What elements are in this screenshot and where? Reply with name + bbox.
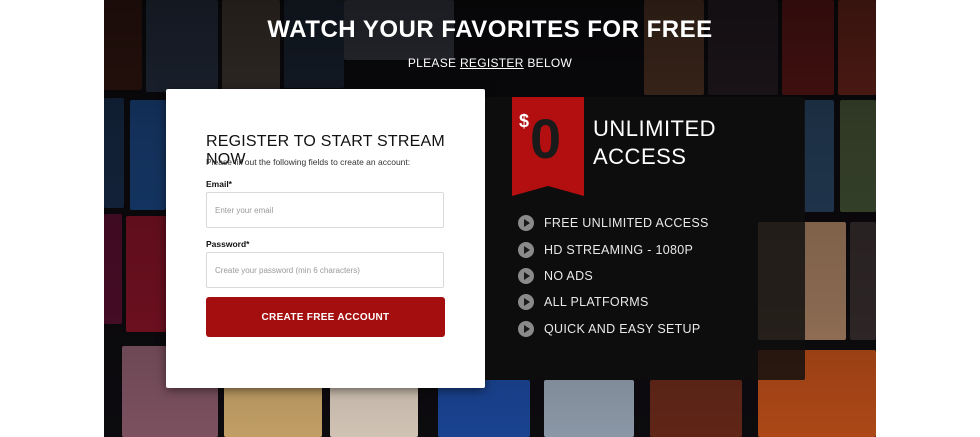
password-field[interactable] [206, 252, 444, 288]
play-circle-icon [518, 294, 534, 310]
register-link[interactable]: REGISTER [460, 56, 524, 70]
feature-item: ALL PLATFORMS [518, 293, 649, 311]
feature-item: HD STREAMING - 1080P [518, 241, 693, 259]
price-currency: $ [519, 111, 530, 131]
feature-label: HD STREAMING - 1080P [544, 243, 694, 257]
promo-title: UNLIMITED ACCESS [593, 115, 716, 171]
feature-item: QUICK AND EASY SETUP [518, 320, 701, 338]
page-headline: WATCH YOUR FAVORITES FOR FREE [267, 16, 713, 43]
register-form-card: REGISTER TO START STREAM NOW Please fill… [166, 89, 485, 388]
page-subheadline: PLEASE REGISTER BELOW [0, 56, 980, 70]
email-label: Email* [206, 179, 232, 189]
form-hint: Please fill out the following fields to … [206, 157, 411, 167]
feature-item: NO ADS [518, 267, 593, 285]
feature-label: FREE UNLIMITED ACCESS [544, 216, 709, 230]
price-ribbon: $ 0 [512, 97, 584, 196]
feature-label: ALL PLATFORMS [544, 295, 649, 309]
email-field[interactable] [206, 192, 444, 228]
promo-title-line2: ACCESS [593, 144, 687, 169]
subheadline-prefix: PLEASE [407, 56, 457, 70]
feature-label: QUICK AND EASY SETUP [544, 322, 701, 336]
promo-title-line1: UNLIMITED [593, 116, 717, 141]
create-account-button[interactable]: CREATE FREE ACCOUNT [206, 297, 445, 337]
feature-item: FREE UNLIMITED ACCESS [518, 214, 709, 232]
feature-label: NO ADS [544, 269, 594, 283]
promo-panel: $ 0 UNLIMITED ACCESS FREE UNLIMITED ACCE… [485, 97, 805, 380]
play-circle-icon [518, 215, 534, 231]
subheadline-suffix: BELOW [527, 56, 573, 70]
play-circle-icon [518, 321, 534, 337]
price-value: 0 [530, 107, 562, 170]
play-circle-icon [518, 268, 534, 284]
play-circle-icon [518, 242, 534, 258]
password-label: Password* [206, 239, 250, 249]
